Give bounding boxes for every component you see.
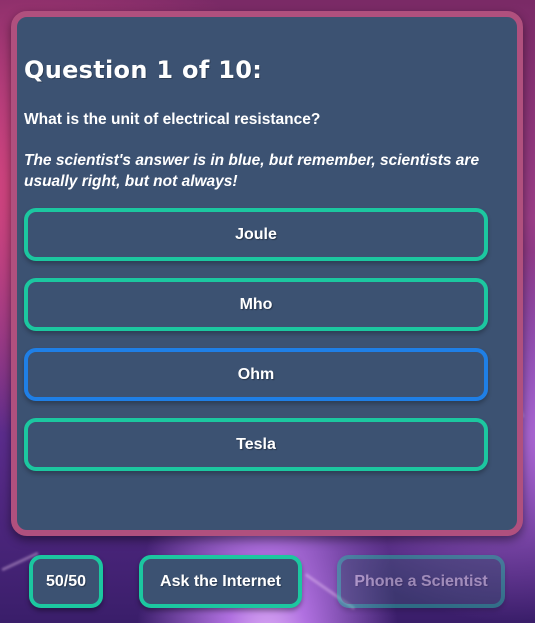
scientist-hint: The scientist's answer is in blue, but r… [24,152,480,190]
phone-a-scientist-button[interactable]: Phone a Scientist [337,555,505,608]
answer-button-tesla[interactable]: Tesla [24,418,488,471]
question-title: Question 1 of 10: [24,56,263,84]
fifty-fifty-button[interactable]: 50/50 [29,555,103,608]
answer-button-joule[interactable]: Joule [24,208,488,261]
answer-list: Joule Mho Ohm Tesla [24,208,488,488]
question-text: What is the unit of electrical resistanc… [24,111,321,128]
ask-the-internet-button[interactable]: Ask the Internet [139,555,302,608]
answer-button-ohm[interactable]: Ohm [24,348,488,401]
answer-button-mho[interactable]: Mho [24,278,488,331]
